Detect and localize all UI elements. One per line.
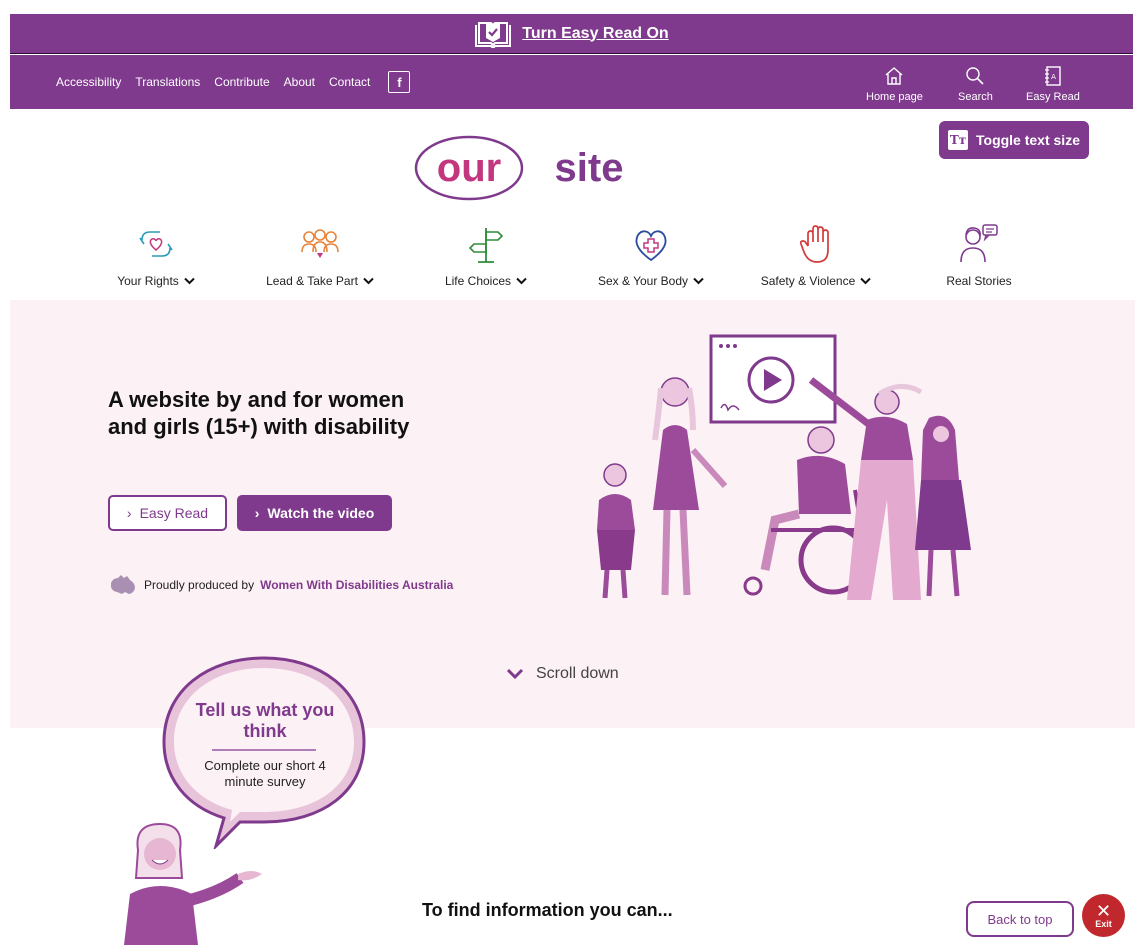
exit-label: Exit — [1095, 918, 1112, 929]
easy-read-bar: Turn Easy Read On — [10, 14, 1133, 54]
chevron-down-icon — [860, 277, 871, 285]
close-icon: ✕ — [1095, 900, 1112, 921]
produced-by-prefix: Proudly produced by — [144, 578, 255, 592]
toggle-text-size-label: Toggle text size — [976, 132, 1080, 148]
survey-woman-illustration — [124, 822, 262, 945]
home-page-label: Home page — [866, 91, 923, 103]
watch-video-button[interactable]: › Watch the video — [237, 495, 392, 531]
australia-map-icon — [111, 575, 135, 594]
hands-heart-icon — [139, 231, 173, 257]
chevron-down-icon — [693, 277, 704, 285]
toggle-text-size-button[interactable]: Tт Toggle text size — [939, 121, 1089, 159]
nav-link-contact[interactable]: Contact — [329, 75, 370, 89]
heart-cross-icon — [635, 230, 667, 262]
text-size-icon: Tт — [948, 130, 968, 150]
survey-subtitle: Complete our short 4 minute survey — [204, 758, 326, 789]
svg-text:site: site — [555, 146, 624, 190]
easy-read-button[interactable]: › Easy Read — [108, 495, 227, 531]
category-life-choices[interactable]: Life Choices — [416, 222, 556, 288]
category-label: Safety & Violence — [760, 274, 856, 288]
category-label: Lead & Take Part — [266, 274, 358, 288]
chevron-down-icon — [506, 668, 524, 680]
chevron-right-icon: › — [126, 505, 132, 521]
facebook-icon[interactable]: f — [388, 71, 411, 93]
chevron-right-icon: › — [254, 505, 260, 521]
easy-read-icon: A — [1044, 66, 1061, 86]
category-label: Real Stories — [946, 274, 1012, 288]
nav-link-about[interactable]: About — [284, 75, 315, 89]
svg-text:our: our — [437, 146, 501, 190]
person-speech-icon — [960, 224, 998, 263]
hero-illustration — [597, 334, 971, 600]
category-sex-your-body[interactable]: Sex & Your Body — [581, 222, 721, 288]
category-your-rights[interactable]: Your Rights — [86, 222, 226, 288]
svg-text:A: A — [1051, 73, 1056, 81]
exit-button[interactable]: ✕ Exit — [1082, 894, 1125, 937]
scroll-down-label: Scroll down — [536, 665, 619, 682]
top-nav: Accessibility Translations Contribute Ab… — [10, 55, 1133, 109]
home-page-link[interactable]: Home page — [866, 65, 923, 103]
top-nav-links: Accessibility Translations Contribute Ab… — [56, 55, 411, 109]
home-icon — [885, 67, 903, 85]
easy-read-link[interactable]: A Easy Read — [1026, 65, 1080, 103]
raised-hand-icon — [799, 225, 829, 263]
easy-read-button-label: Easy Read — [139, 505, 209, 521]
chevron-down-icon — [363, 277, 374, 285]
signpost-icon — [468, 228, 504, 263]
back-to-top-button[interactable]: Back to top — [966, 901, 1074, 937]
chevron-down-icon — [516, 277, 527, 285]
category-real-stories[interactable]: Real Stories — [909, 222, 1049, 288]
produced-by: Proudly produced by Women With Disabilit… — [108, 573, 453, 597]
scroll-down-link[interactable]: Scroll down — [506, 665, 619, 683]
nav-link-translations[interactable]: Translations — [135, 75, 200, 89]
category-label: Life Choices — [444, 274, 512, 288]
turn-easy-read-on-link[interactable]: Turn Easy Read On — [522, 25, 668, 43]
find-info-title: To find information you can... — [422, 900, 673, 920]
nav-link-contribute[interactable]: Contribute — [214, 75, 269, 89]
nav-link-accessibility[interactable]: Accessibility — [56, 75, 121, 89]
category-lead-take-part[interactable]: Lead & Take Part — [250, 222, 390, 288]
search-icon — [966, 67, 984, 85]
watch-video-button-label: Watch the video — [267, 505, 375, 521]
easy-read-label: Easy Read — [1026, 91, 1080, 103]
category-safety-violence[interactable]: Safety & Violence — [746, 222, 886, 288]
group-people-icon — [301, 229, 339, 258]
site-logo[interactable]: our site — [414, 132, 654, 202]
hero-title: A website by and for women and girls (15… — [108, 387, 410, 439]
search-label: Search — [958, 91, 993, 103]
category-label: Sex & Your Body — [597, 274, 689, 288]
easy-read-book-icon — [475, 21, 512, 48]
survey-title: Tell us what you think — [195, 700, 335, 741]
wwda-link[interactable]: Women With Disabilities Australia — [260, 578, 453, 592]
category-label: Your Rights — [117, 274, 179, 288]
search-link[interactable]: Search — [958, 65, 993, 103]
page: Turn Easy Read On Accessibility Translat… — [0, 0, 1135, 945]
chevron-down-icon — [184, 277, 195, 285]
